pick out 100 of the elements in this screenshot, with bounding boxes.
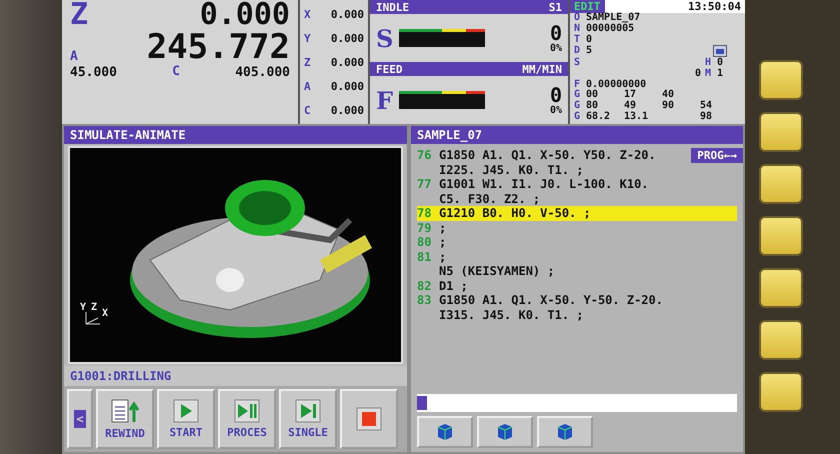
play-icon <box>173 399 199 423</box>
meter-value: 0 <box>550 84 562 104</box>
cube-icon <box>435 422 455 442</box>
line-number: 77 <box>417 177 432 192</box>
position-value: 45.000 <box>70 66 117 79</box>
info-label: S <box>574 58 582 68</box>
axis-label: A <box>304 80 311 92</box>
info-value: SAMPLE_07 <box>586 13 640 23</box>
step-forward-icon <box>295 399 321 423</box>
axis-label: C <box>172 64 180 79</box>
axis-label: X <box>304 8 311 20</box>
code-line: ; <box>439 235 446 250</box>
line-number: 81 <box>417 250 432 264</box>
stop-icon <box>356 407 382 431</box>
code-line: N5 (KEISYAMEN) ; <box>439 264 555 278</box>
back-button[interactable]: < <box>67 389 93 449</box>
soft-key[interactable] <box>759 268 803 308</box>
info-label: G <box>574 90 582 100</box>
meter-percent: 0% <box>550 42 562 54</box>
modal-code: 80 <box>586 101 600 112</box>
axis-value: 0.000 <box>330 56 364 68</box>
line-number: 82 <box>417 278 432 293</box>
simulate-header: SIMULATE-ANIMATE <box>64 126 407 144</box>
start-button[interactable]: START <box>157 389 215 449</box>
info-label: T <box>574 34 582 45</box>
line-number: 80 <box>417 235 432 250</box>
info-value: 1 <box>717 68 724 79</box>
code-line: C5. F30. Z2. ; <box>439 192 540 206</box>
modal-code: 49 <box>624 101 638 112</box>
axis-label: Z <box>304 56 311 68</box>
axis-label: Y <box>304 32 311 44</box>
line-number: 83 <box>417 293 432 308</box>
meter-letter: F <box>376 86 394 114</box>
code-line: G1001 W1. I1. J0. L-100. K10. <box>439 177 649 192</box>
code-line: I225. J45. K0. T1. ; <box>439 162 584 177</box>
single-button[interactable]: SINGLE <box>279 389 337 449</box>
meter-title: FEED <box>376 62 402 76</box>
axis-value: 0.000 <box>330 104 364 116</box>
input-field[interactable] <box>417 394 737 412</box>
meter-percent: 0% <box>550 104 562 116</box>
info-label: N <box>574 24 582 34</box>
info-label: G <box>574 112 582 122</box>
soft-key[interactable] <box>759 60 803 100</box>
function-key[interactable] <box>477 416 533 448</box>
code-line: G1850 A1. Q1. X-50. Y50. Z-20. <box>439 148 656 162</box>
meter-unit: MM/MIN <box>522 62 562 76</box>
function-key[interactable] <box>417 416 473 448</box>
line-number: 78 <box>417 206 432 220</box>
info-value: 0 <box>717 58 724 68</box>
meter-title: INDLE <box>376 0 410 14</box>
modal-code: 54 <box>700 101 714 112</box>
info-value: 0 <box>586 34 592 45</box>
info-value: 0.00000000 <box>586 80 646 90</box>
modal-code: 00 <box>586 90 600 100</box>
info-label: M <box>705 68 712 79</box>
mode-indicator: EDIT <box>570 0 604 13</box>
line-number: 79 <box>417 220 432 235</box>
code-line: ; <box>439 220 446 235</box>
cube-icon <box>495 422 515 442</box>
code-line: G1850 A1. Q1. X-50. Y-50. Z-20. <box>439 293 663 308</box>
modal-code: 68.2 <box>586 112 612 122</box>
info-label: O <box>574 13 582 23</box>
play-pause-icon <box>234 399 260 423</box>
code-line: ; <box>439 250 446 264</box>
position-value: 245.772 <box>146 30 290 64</box>
status-message: G1001:DRILLING <box>64 366 407 386</box>
document-up-arrow-icon <box>110 398 140 424</box>
axis-value: 0.000 <box>330 32 364 44</box>
stop-button[interactable] <box>340 389 398 449</box>
code-line: I315. J45. K0. T1. ; <box>439 308 584 322</box>
info-label: H <box>705 58 712 68</box>
cube-icon <box>555 422 575 442</box>
modal-code: 17 <box>624 90 638 100</box>
modal-code: 98 <box>700 112 714 122</box>
info-value: 00000005 <box>586 24 634 34</box>
meter-value: 0 <box>550 22 562 42</box>
modal-code: 90 <box>662 101 676 112</box>
axis-triad: Y Z X <box>76 298 116 328</box>
soft-key[interactable] <box>759 320 803 360</box>
rewind-button[interactable]: REWIND <box>96 389 154 449</box>
axis-label: C <box>304 104 311 116</box>
info-value: 5 <box>586 46 592 56</box>
modal-code: 13.1 <box>624 112 650 122</box>
soft-key[interactable] <box>759 216 803 256</box>
program-tab[interactable]: PROG←→ <box>691 148 743 163</box>
program-header: SAMPLE_07 <box>411 126 743 144</box>
proces-button[interactable]: PROCES <box>218 389 276 449</box>
axis-value: 0.000 <box>330 80 364 92</box>
info-label: G <box>574 101 582 112</box>
clock-time: 13:50:04 <box>687 0 742 13</box>
soft-key[interactable] <box>759 164 803 204</box>
position-value: 405.000 <box>235 66 290 79</box>
info-label: D <box>574 46 582 56</box>
axis-label: Z <box>70 0 88 30</box>
code-line: G1210 B0. H0. V-50. ; <box>439 206 591 220</box>
meter-unit: S1 <box>548 0 562 14</box>
soft-key[interactable] <box>759 372 803 412</box>
function-key[interactable] <box>537 416 593 448</box>
soft-key[interactable] <box>759 112 803 152</box>
meter-letter: S <box>376 24 394 52</box>
